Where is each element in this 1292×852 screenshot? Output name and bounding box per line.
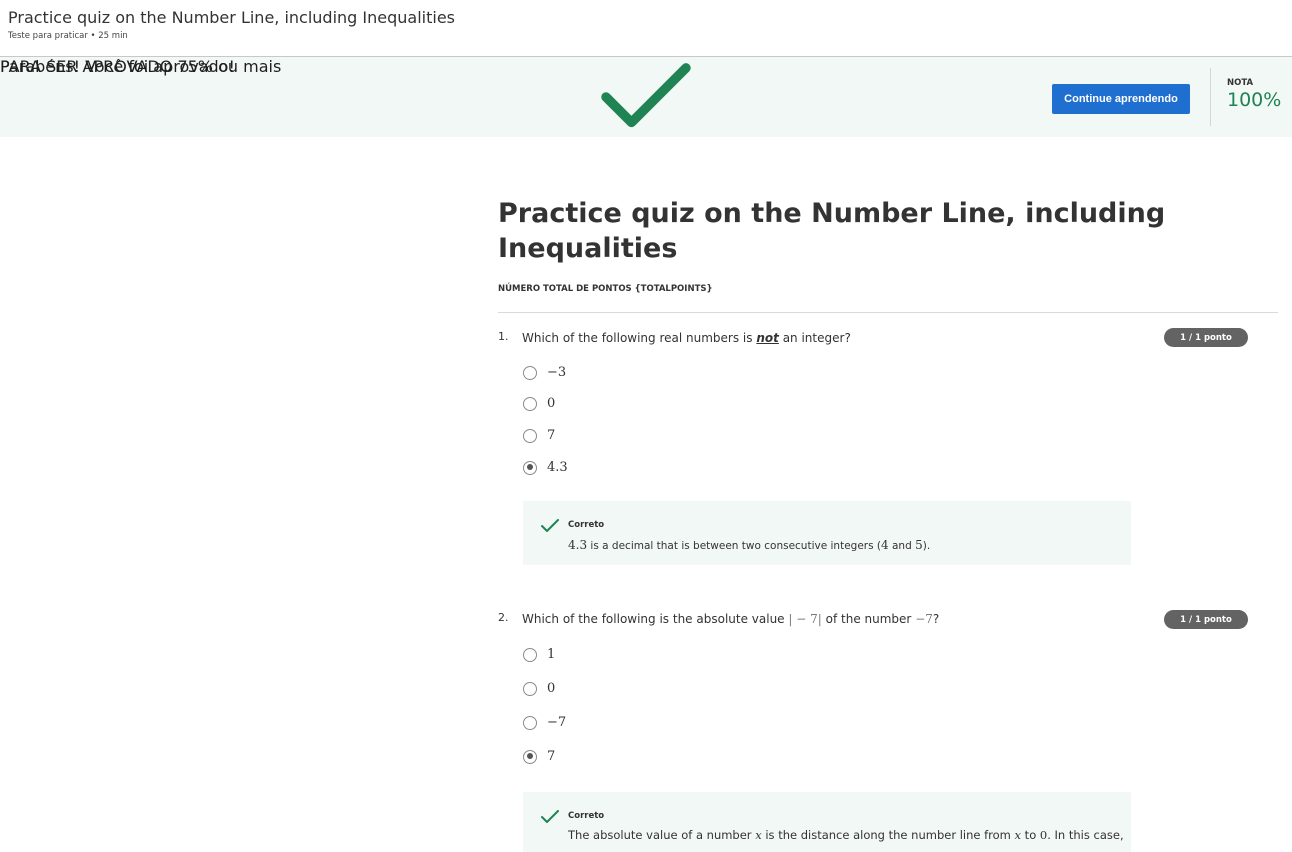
feedback-text-part: and — [888, 540, 916, 552]
feedback-label: Correto — [568, 520, 605, 530]
radio-icon[interactable] — [523, 647, 537, 662]
question-number: 2. — [498, 611, 509, 624]
feedback-text-part: is a decimal that is between two consecu… — [587, 540, 882, 552]
question-number: 1. — [498, 330, 509, 343]
question-text: Which of the following is the absolute v… — [522, 612, 939, 626]
answer-option[interactable]: 1 — [523, 647, 555, 662]
pass-requirement-value: 75% ou mais — [177, 57, 282, 76]
question-text-part: of the number — [825, 612, 912, 626]
option-label: −7 — [547, 715, 567, 730]
option-label: 0 — [547, 681, 556, 696]
question-text-part: Which of the following is the absolute v… — [522, 612, 785, 626]
grade-label: NOTA — [1227, 78, 1254, 88]
feedback-box: Correto The absolute value of a number x… — [523, 792, 1131, 852]
feedback-text-part: The absolute value of a number — [568, 828, 756, 842]
question-text: Which of the following real numbers is n… — [522, 331, 851, 345]
header-subtitle: Teste para praticar • 25 min — [8, 31, 128, 41]
answer-option[interactable]: 7 — [523, 749, 555, 764]
math-value: 5 — [915, 538, 923, 552]
answer-option[interactable]: 4.3 — [523, 460, 568, 475]
header-title: Practice quiz on the Number Line, includ… — [8, 8, 455, 27]
question-emphasis: not — [756, 331, 779, 345]
radio-icon[interactable] — [523, 749, 537, 764]
feedback-box: Correto 4.3 is a decimal that is between… — [523, 501, 1131, 565]
answer-option[interactable]: 7 — [523, 428, 555, 443]
quiz-title: Practice quiz on the Number Line, includ… — [498, 198, 1166, 264]
question-text-part: ? — [932, 612, 940, 626]
math-value: 4.3 — [568, 538, 588, 552]
total-points: NÚMERO TOTAL DE PONTOS {TOTALPOINTS} — [498, 284, 713, 294]
check-icon — [541, 810, 559, 823]
pass-requirement-label: PARA SER APROVADO — [0, 57, 173, 76]
option-label: 0 — [547, 396, 556, 411]
option-label: 7 — [547, 749, 556, 764]
radio-icon[interactable] — [523, 460, 537, 475]
grade-divider — [1210, 68, 1211, 126]
page-header: Practice quiz on the Number Line, includ… — [0, 0, 1292, 57]
answer-option[interactable]: 0 — [523, 396, 555, 411]
feedback-text-part: . In this case, — [1047, 828, 1124, 842]
math-value: 4 — [881, 538, 889, 552]
feedback-text: 4.3 is a decimal that is between two con… — [568, 538, 930, 552]
radio-icon[interactable] — [523, 365, 537, 380]
continue-learning-button[interactable]: Continue aprendendo — [1052, 84, 1190, 114]
pass-requirement: PARA SER APROVADO 75% ou mais — [0, 57, 281, 76]
option-label: 4.3 — [547, 460, 568, 475]
answer-option[interactable]: −7 — [523, 715, 566, 730]
grade-value: 100% — [1227, 89, 1282, 111]
feedback-text-part: ). — [922, 540, 931, 552]
feedback-label: Correto — [568, 811, 605, 821]
option-label: 7 — [547, 428, 556, 443]
feedback-text-part: to — [1021, 828, 1040, 842]
math-value: | − 7| — [788, 612, 822, 626]
question-text-part: Which of the following real numbers is — [522, 331, 753, 345]
feedback-text: The absolute value of a number x is the … — [568, 828, 1124, 842]
option-label: 1 — [547, 647, 556, 662]
math-value: −7 — [915, 612, 933, 626]
points-badge: 1 / 1 ponto — [1164, 610, 1248, 629]
points-badge: 1 / 1 ponto — [1164, 328, 1248, 347]
radio-icon[interactable] — [523, 715, 537, 730]
question-text-part: an integer? — [782, 331, 851, 345]
check-icon — [541, 519, 559, 532]
feedback-text-part: is the distance along the number line fr… — [761, 828, 1015, 842]
radio-icon[interactable] — [523, 396, 537, 411]
radio-icon[interactable] — [523, 681, 537, 696]
answer-option[interactable]: 0 — [523, 681, 555, 696]
answer-option[interactable]: −3 — [523, 365, 566, 380]
option-label: −3 — [547, 365, 567, 380]
radio-icon[interactable] — [523, 428, 537, 443]
section-divider — [498, 312, 1278, 313]
